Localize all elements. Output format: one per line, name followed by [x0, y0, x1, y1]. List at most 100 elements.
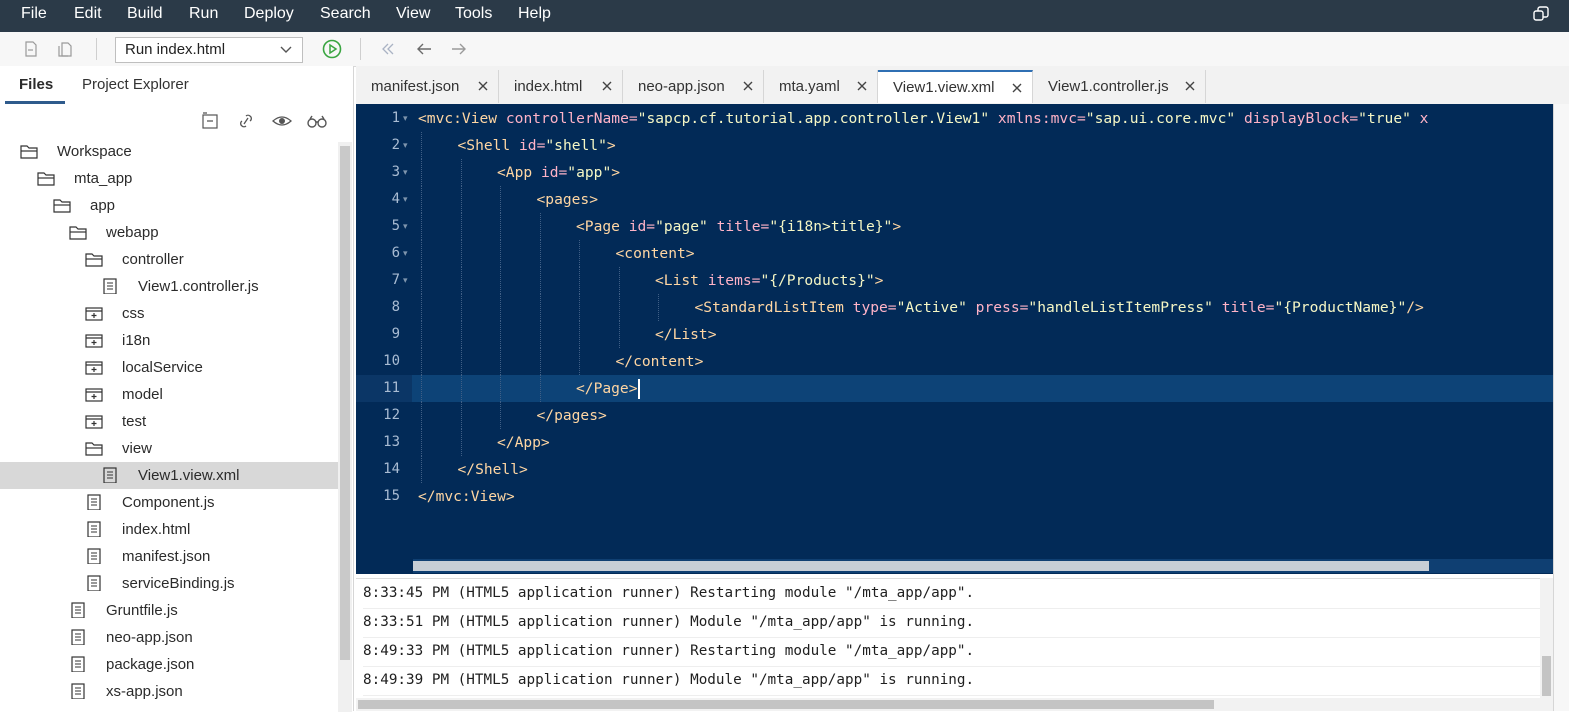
- code-token: </content>: [615, 353, 704, 370]
- code-line[interactable]: <mvc:View controllerName="sapcp.cf.tutor…: [418, 105, 1428, 132]
- code-editor[interactable]: 1 ▾ <mvc:View controllerName="sapcp.cf.tut…: [356, 104, 1553, 574]
- menu-view[interactable]: View: [396, 0, 430, 28]
- fold-toggle-icon[interactable]: ▾: [403, 213, 408, 240]
- tree-item-label: model: [122, 386, 163, 403]
- file-icon: [87, 494, 101, 510]
- code-line[interactable]: </App>: [497, 429, 550, 456]
- code-line[interactable]: <Page id="page" title="{i18n>title}">: [576, 213, 901, 240]
- editor-horizontal-scrollbar[interactable]: [413, 559, 1553, 573]
- fold-toggle-icon[interactable]: ▾: [403, 132, 408, 159]
- code-line[interactable]: <content>: [616, 240, 695, 267]
- tree-item-label: webapp: [106, 224, 159, 241]
- editor-tab-label: manifest.json: [371, 78, 460, 95]
- tree-file-item[interactable]: View1.controller.js: [0, 273, 338, 300]
- menu-tools[interactable]: Tools: [455, 0, 492, 28]
- fold-toggle-icon[interactable]: ▾: [403, 159, 408, 186]
- eye-icon[interactable]: [272, 112, 292, 130]
- tree-scrollbar[interactable]: [338, 142, 352, 712]
- fold-toggle-icon[interactable]: ▾: [403, 105, 408, 132]
- code-line[interactable]: <Shell id="shell">: [458, 132, 616, 159]
- line-number: 8: [391, 299, 400, 315]
- undo-page-icon[interactable]: [22, 40, 40, 58]
- close-icon[interactable]: [857, 81, 867, 91]
- collapse-icon[interactable]: [379, 40, 397, 58]
- fold-toggle-icon[interactable]: ▾: [403, 240, 408, 267]
- console-scrollbar-thumb[interactable]: [1542, 656, 1551, 696]
- tree-file-item[interactable]: xs-app.json: [0, 678, 338, 705]
- editor-tab[interactable]: index.html: [499, 70, 623, 103]
- tree-file-item[interactable]: index.html: [0, 516, 338, 543]
- tree-folder-item[interactable]: controller: [0, 246, 338, 273]
- editor-scrollbar-thumb[interactable]: [413, 561, 1429, 571]
- fold-toggle-icon[interactable]: ▾: [403, 267, 408, 294]
- menu-edit[interactable]: Edit: [74, 0, 102, 28]
- redo-page-icon[interactable]: [57, 40, 75, 58]
- code-line[interactable]: </List>: [655, 321, 717, 348]
- code-line[interactable]: <StandardListItem type="Active" press="h…: [695, 294, 1424, 321]
- line-number: 14: [383, 461, 400, 477]
- code-token: "{i18n>title}": [769, 218, 893, 235]
- fold-toggle-icon[interactable]: ▾: [403, 186, 408, 213]
- code-token: "handleListItemPress": [1028, 299, 1213, 316]
- close-icon[interactable]: [743, 81, 753, 91]
- tree-folder-item[interactable]: css: [0, 300, 338, 327]
- code-line[interactable]: </Page>: [576, 375, 640, 402]
- code-line[interactable]: <App id="app">: [497, 159, 620, 186]
- tree-file-item[interactable]: Component.js: [0, 489, 338, 516]
- tree-folder-item[interactable]: Workspace: [0, 138, 338, 165]
- menu-file[interactable]: File: [21, 0, 47, 28]
- console-horizontal-scrollbar[interactable]: [356, 698, 1553, 711]
- tree-scrollbar-thumb[interactable]: [340, 146, 350, 660]
- close-icon[interactable]: [1012, 83, 1022, 93]
- close-icon[interactable]: [1185, 81, 1195, 91]
- editor-tab-label: mta.yaml: [779, 78, 840, 95]
- menu-search[interactable]: Search: [320, 0, 371, 28]
- menu-help[interactable]: Help: [518, 0, 551, 28]
- run-play-icon[interactable]: [322, 39, 342, 59]
- tree-file-item[interactable]: manifest.json: [0, 543, 338, 570]
- tree-folder-item[interactable]: app: [0, 192, 338, 219]
- tree-file-item[interactable]: neo-app.json: [0, 624, 338, 651]
- menu-deploy[interactable]: Deploy: [244, 0, 294, 28]
- code-line[interactable]: </mvc:View>: [418, 483, 515, 510]
- forward-arrow-icon[interactable]: [450, 40, 468, 58]
- code-line[interactable]: </content>: [616, 348, 704, 375]
- tree-file-item[interactable]: serviceBinding.js: [0, 570, 338, 597]
- tree-folder-item[interactable]: model: [0, 381, 338, 408]
- editor-tab[interactable]: neo-app.json: [623, 70, 764, 103]
- console-hscrollbar-thumb[interactable]: [358, 700, 1214, 709]
- run-config-select[interactable]: Run index.html: [115, 37, 303, 63]
- tab-project-explorer[interactable]: Project Explorer: [82, 76, 189, 93]
- tree-folder-item[interactable]: webapp: [0, 219, 338, 246]
- close-icon[interactable]: [478, 81, 488, 91]
- code-line[interactable]: </Shell>: [458, 456, 528, 483]
- tree-folder-item[interactable]: mta_app: [0, 165, 338, 192]
- console-vertical-scrollbar[interactable]: [1540, 578, 1553, 698]
- tree-folder-item[interactable]: localService: [0, 354, 338, 381]
- editor-tab[interactable]: mta.yaml: [764, 70, 878, 103]
- tree-file-item[interactable]: package.json: [0, 651, 338, 678]
- code-line[interactable]: <List items="{/Products}">: [655, 267, 883, 294]
- menu-run[interactable]: Run: [189, 0, 218, 28]
- binoculars-icon[interactable]: [307, 112, 327, 130]
- menu-build[interactable]: Build: [127, 0, 163, 28]
- close-icon[interactable]: [602, 81, 612, 91]
- tab-files[interactable]: Files: [19, 76, 53, 93]
- restore-window-icon[interactable]: [1533, 6, 1549, 22]
- code-line[interactable]: <pages>: [537, 186, 599, 213]
- indent-guide: [421, 159, 422, 186]
- indent-guide: [421, 375, 422, 402]
- panel-actions: [0, 108, 354, 138]
- tree-folder-item[interactable]: i18n: [0, 327, 338, 354]
- tree-folder-item[interactable]: view: [0, 435, 338, 462]
- tree-file-item[interactable]: View1.view.xml: [0, 462, 338, 489]
- collapse-all-icon[interactable]: [200, 112, 220, 130]
- tree-file-item[interactable]: Gruntfile.js: [0, 597, 338, 624]
- editor-tab[interactable]: View1.controller.js: [1033, 70, 1206, 103]
- back-arrow-icon[interactable]: [415, 40, 433, 58]
- editor-tab[interactable]: View1.view.xml: [878, 70, 1033, 103]
- code-line[interactable]: </pages>: [537, 402, 607, 429]
- editor-tab[interactable]: manifest.json: [356, 70, 499, 103]
- tree-folder-item[interactable]: test: [0, 408, 338, 435]
- link-editor-icon[interactable]: [236, 112, 256, 130]
